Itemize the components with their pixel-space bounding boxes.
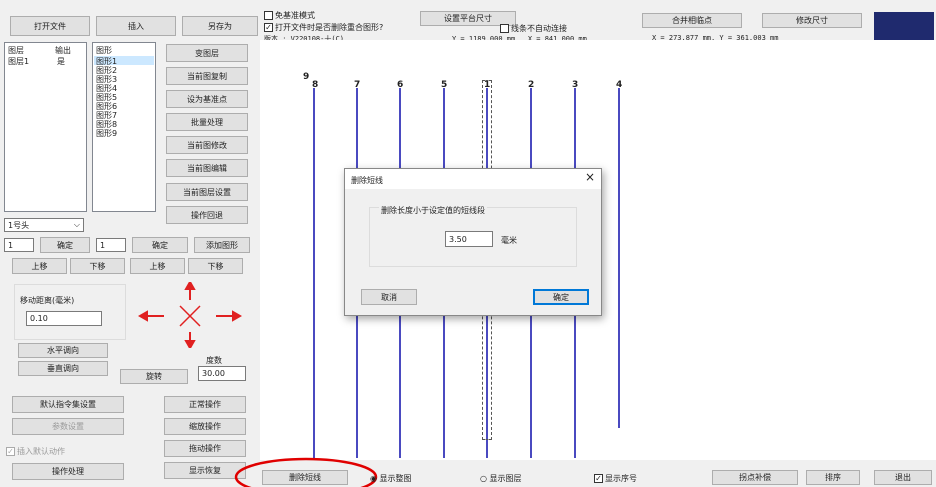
short-line-group-label: 删除长度小于设定值的短线段	[379, 205, 487, 216]
modify-size-button[interactable]: 修改尺寸	[762, 13, 862, 28]
degree-label: 度数	[206, 356, 222, 365]
undo-button[interactable]: 操作回退	[166, 206, 248, 224]
delete-overlap-label: 打开文件时是否删除重合图形?	[275, 23, 384, 32]
horizontal-flip-button[interactable]: 水平调向	[18, 343, 108, 358]
shape-index-input[interactable]: 1	[96, 238, 126, 252]
copy-current-button[interactable]: 当前图复制	[166, 67, 248, 85]
layer-index-input[interactable]: 1	[4, 238, 34, 252]
radio-selected-icon: ◉	[370, 474, 377, 483]
head-select-value: 1号头	[8, 220, 30, 230]
confirm-layer-button[interactable]: 确定	[40, 237, 90, 253]
shape-list[interactable]: 图形 图形1 图形2 图形3 图形4 图形5 图形6 图形7 图形8 图形9	[92, 42, 156, 212]
ok-button[interactable]: 确定	[533, 289, 589, 305]
show-order-label: 显示序号	[605, 474, 637, 483]
confirm-shape-button[interactable]: 确定	[132, 237, 188, 253]
default-command-set-button[interactable]: 默认指令集设置	[12, 396, 124, 413]
open-file-button[interactable]: 打开文件	[10, 16, 90, 36]
point-compensate-button[interactable]: 拐点补偿	[712, 470, 798, 485]
shape-column-header: 图形	[96, 46, 112, 55]
change-layer-button[interactable]: 变图层	[166, 44, 248, 62]
show-layer-radio[interactable]: ○ 显示图层	[480, 473, 522, 484]
degree-input[interactable]: 30.00	[198, 366, 246, 381]
no-base-mode-label: 免基准模式	[275, 11, 315, 20]
shape-line[interactable]	[618, 88, 620, 428]
merge-adjacent-points-button[interactable]: 合并相临点	[642, 13, 742, 28]
shape-down-button[interactable]: 下移	[188, 258, 243, 274]
parameter-settings-button[interactable]: 参数设置	[12, 418, 124, 435]
min-length-input[interactable]: 3.50	[445, 231, 493, 247]
save-as-button[interactable]: 另存为	[182, 16, 258, 36]
line-no-autoconnect-label: 线条不自动连接	[511, 24, 567, 33]
delete-short-line-dialog: 删除短线 × 删除长度小于设定值的短线段 3.50 毫米 取消 确定	[344, 168, 602, 316]
vertical-flip-button[interactable]: 垂直调向	[18, 361, 108, 376]
move-distance-label: 移动距离(毫米)	[20, 296, 75, 305]
direction-pad[interactable]	[138, 282, 242, 348]
annotation-ellipse	[234, 457, 378, 487]
edit-current-button[interactable]: 当前图编辑	[166, 159, 248, 177]
shape-up-button[interactable]: 上移	[130, 258, 185, 274]
move-distance-input[interactable]: 0.10	[26, 311, 102, 326]
checkbox-icon	[264, 11, 273, 20]
show-full-label: 显示整图	[379, 474, 412, 483]
checkbox-icon: ✓	[6, 447, 15, 456]
show-layer-label: 显示图层	[489, 474, 522, 483]
exit-button[interactable]: 退出	[874, 470, 932, 485]
delete-overlap-checkbox[interactable]: ✓ 打开文件时是否删除重合图形?	[264, 22, 383, 33]
insert-default-action-label: 插入默认动作	[17, 447, 65, 456]
show-order-checkbox[interactable]: ✓ 显示序号	[594, 473, 637, 484]
head-select[interactable]: 1号头 ⌵	[4, 218, 84, 232]
layer-row-output[interactable]: 是	[57, 56, 65, 67]
close-icon[interactable]: ×	[585, 170, 595, 184]
shape-line[interactable]	[313, 88, 315, 458]
layer-row-name[interactable]: 图层1	[8, 56, 29, 67]
drag-operation-button[interactable]: 拖动操作	[164, 440, 246, 457]
insert-button[interactable]: 插入	[96, 16, 176, 36]
batch-process-button[interactable]: 批量处理	[166, 113, 248, 131]
output-column-header: 输出	[55, 46, 71, 55]
move-up-button[interactable]: 上移	[12, 258, 67, 274]
checkbox-icon: ✓	[264, 23, 273, 32]
dialog-titlebar: 删除短线 ×	[345, 169, 601, 189]
dialog-title: 删除短线	[351, 176, 383, 185]
insert-default-action-checkbox[interactable]: ✓ 插入默认动作	[6, 446, 65, 457]
no-base-mode-checkbox[interactable]: 免基准模式	[264, 10, 315, 21]
layer-list[interactable]: 图层 输出 图层1 是	[4, 42, 87, 212]
chevron-down-icon: ⌵	[73, 220, 80, 229]
show-full-radio[interactable]: ◉ 显示整图	[370, 473, 412, 484]
line-label: 9	[303, 72, 310, 82]
set-base-point-button[interactable]: 设为基准点	[166, 90, 248, 108]
add-shape-button[interactable]: 添加图形	[194, 237, 250, 253]
cancel-button[interactable]: 取消	[361, 289, 417, 305]
modify-current-button[interactable]: 当前图修改	[166, 136, 248, 154]
unit-label: 毫米	[501, 236, 517, 245]
layer-column-header: 图层	[8, 46, 24, 55]
layer-settings-button[interactable]: 当前图层设置	[166, 183, 248, 201]
checkbox-icon	[500, 24, 509, 33]
zoom-operation-button[interactable]: 缩放操作	[164, 418, 246, 435]
operation-process-button[interactable]: 操作处理	[12, 463, 124, 480]
normal-operation-button[interactable]: 正常操作	[164, 396, 246, 413]
radio-icon: ○	[480, 474, 487, 483]
rotate-button[interactable]: 旋转	[120, 369, 188, 384]
list-item[interactable]: 图形9	[96, 128, 117, 139]
sort-button[interactable]: 排序	[806, 470, 860, 485]
checkbox-icon: ✓	[594, 474, 603, 483]
line-no-autoconnect-checkbox[interactable]: 线条不自动连接	[500, 23, 567, 34]
move-down-button[interactable]: 下移	[70, 258, 125, 274]
